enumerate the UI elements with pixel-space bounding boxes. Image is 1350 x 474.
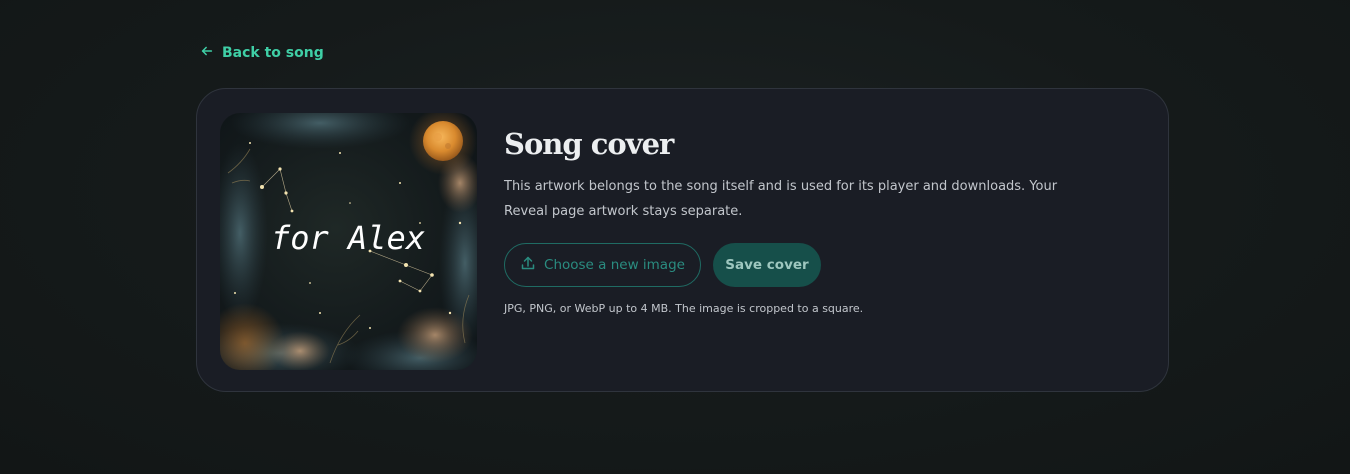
- cover-description: This artwork belongs to the song itself …: [504, 178, 1058, 219]
- back-link-label: Back to song: [222, 45, 324, 61]
- page-title: Song cover: [504, 127, 674, 161]
- back-to-song-link[interactable]: Back to song: [200, 44, 324, 62]
- cover-art-text: for Alex: [271, 219, 425, 257]
- upload-icon: [520, 255, 536, 275]
- song-cover-card: for Alex Song cover This artwork belongs…: [196, 88, 1169, 392]
- cover-info: Song cover This artwork belongs to the s…: [504, 127, 1104, 315]
- choose-image-button[interactable]: Choose a new image: [504, 242, 701, 287]
- cover-actions: Choose a new image Save cover: [504, 242, 1104, 287]
- choose-image-label: Choose a new image: [544, 256, 685, 273]
- arrow-left-icon: [200, 44, 214, 62]
- file-hint: JPG, PNG, or WebP up to 4 MB. The image …: [504, 301, 864, 315]
- cover-image: for Alex: [220, 113, 477, 370]
- save-cover-button[interactable]: Save cover: [713, 242, 821, 287]
